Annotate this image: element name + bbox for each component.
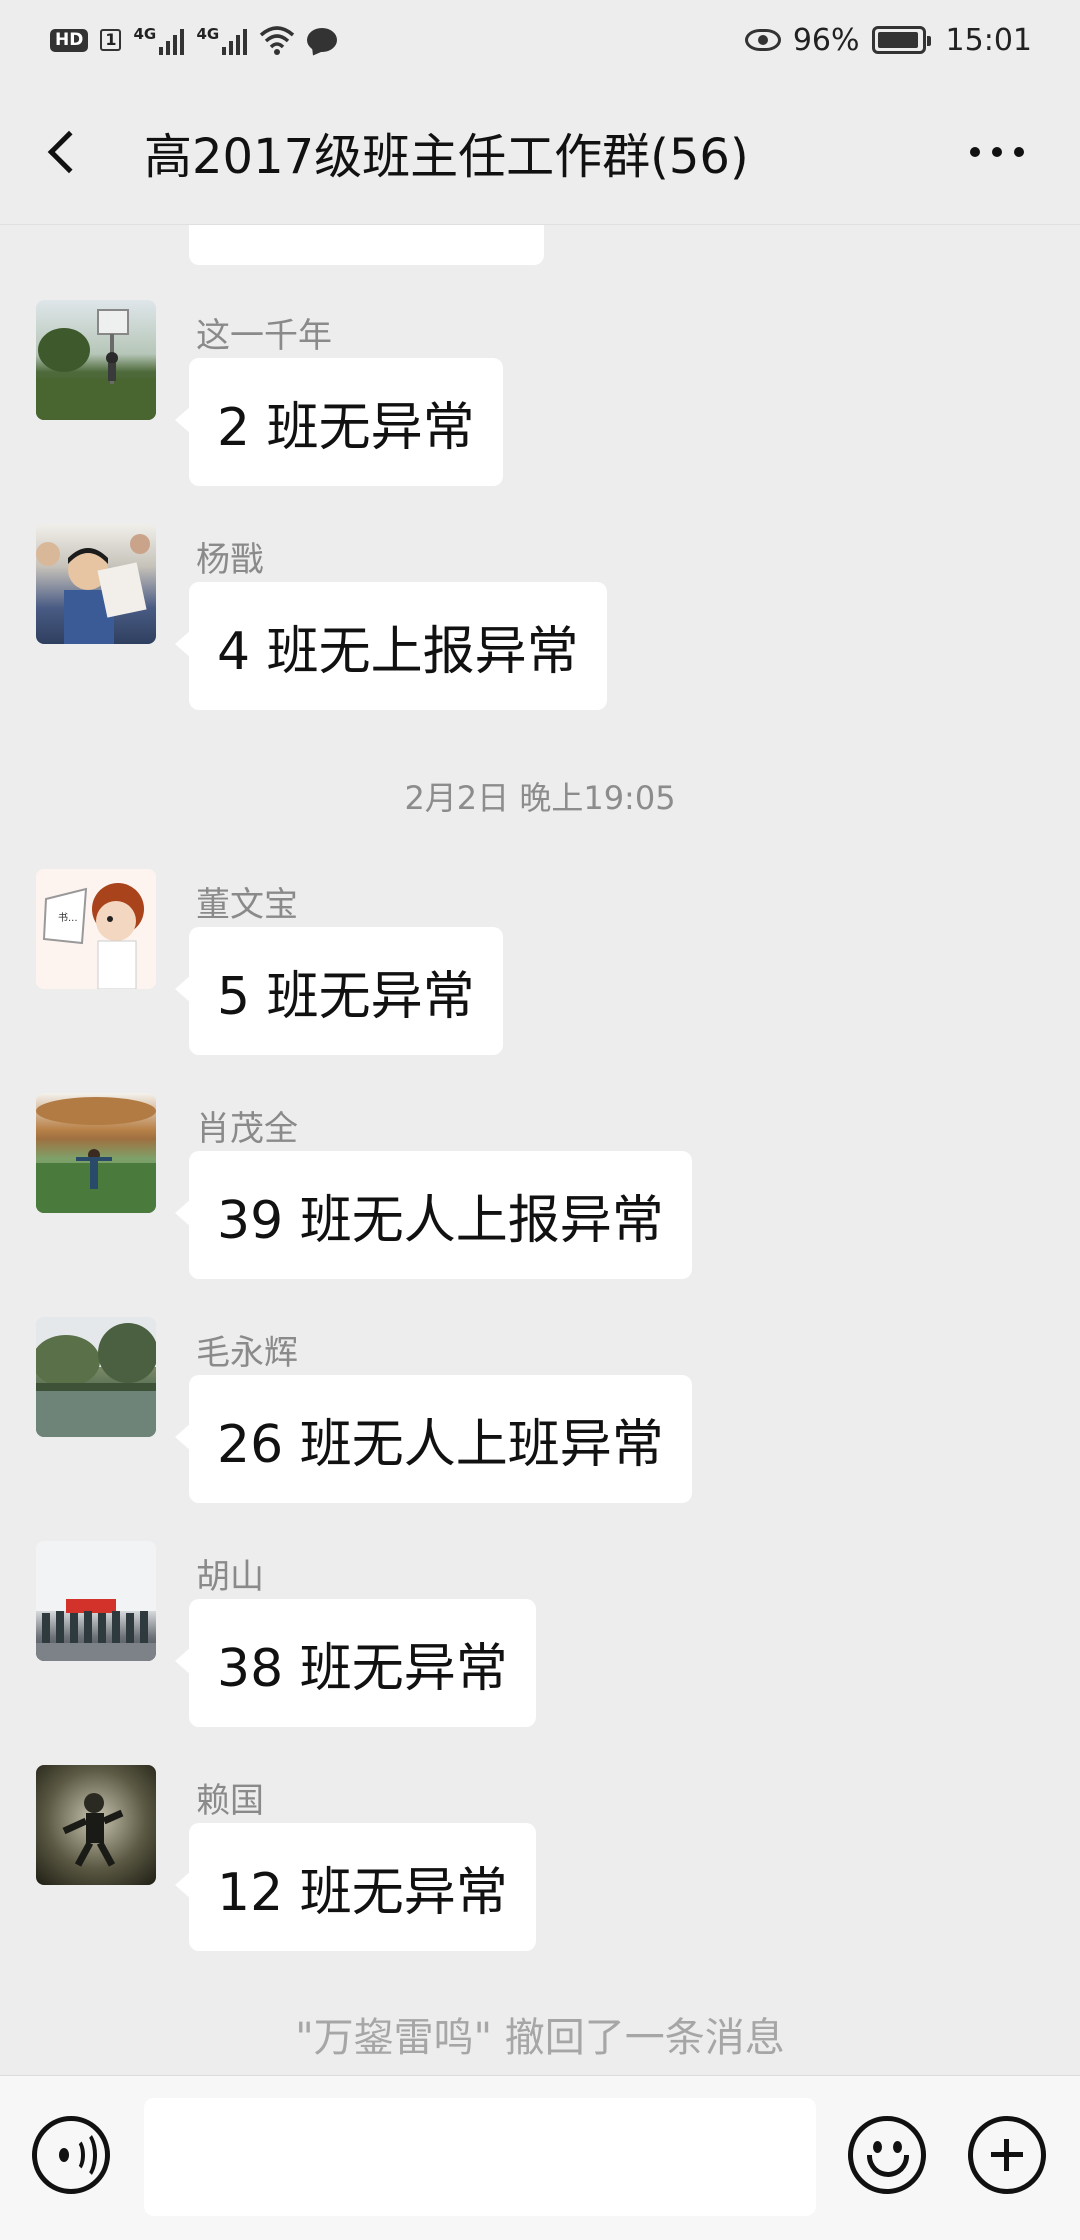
message-bubble[interactable]: 39 班无人上报异常: [175, 1151, 692, 1279]
network-type-label: 4G: [133, 25, 157, 43]
message-bubble[interactable]: 2 班无异常: [175, 358, 503, 486]
svg-text:书...: 书...: [58, 912, 78, 924]
message-bubble[interactable]: 26 班无人上班异常: [175, 1375, 692, 1503]
status-bar: HD 1 4G 4G 96% 15:01: [0, 0, 1080, 80]
more-options-icon[interactable]: [970, 147, 1024, 157]
recall-notice: "万鋆雷鸣" 撤回了一条消息: [295, 2015, 785, 2061]
hd-icon: HD: [50, 28, 89, 52]
clock: 15:01: [945, 22, 1032, 58]
sender-name: 赖国: [196, 1781, 264, 1821]
sender-name: 这一千年: [196, 316, 332, 356]
avatar[interactable]: 书...: [36, 869, 156, 989]
message-notification-icon: [307, 28, 338, 52]
chat-header: 高2017级班主任工作群(56): [0, 80, 1080, 225]
avatar[interactable]: [36, 1093, 156, 1213]
signal-icon: 4G: [196, 25, 248, 55]
eye-comfort-icon: [744, 29, 781, 51]
avatar[interactable]: [36, 1317, 156, 1437]
network-type-label: 4G: [196, 25, 220, 43]
status-left: HD 1 4G 4G: [50, 25, 338, 55]
back-arrow-icon[interactable]: [47, 130, 91, 174]
sender-name: 胡山: [196, 1557, 264, 1597]
avatar[interactable]: [36, 1541, 156, 1661]
input-bar: [0, 2075, 1080, 2240]
avatar[interactable]: [36, 1765, 156, 1885]
signal-icon: 4G: [133, 25, 185, 55]
sim-slot-icon: 1: [100, 29, 122, 51]
partial-message-bubble: [189, 225, 544, 265]
battery-percent: 96%: [792, 22, 860, 58]
wifi-icon: [260, 26, 295, 55]
sender-name: 肖茂全: [196, 1109, 298, 1149]
avatar[interactable]: [36, 300, 156, 420]
message-bubble[interactable]: 38 班无异常: [175, 1599, 536, 1727]
status-right: 96% 15:01: [744, 22, 1032, 58]
sender-name: 董文宝: [196, 885, 298, 925]
chat-title: 高2017级班主任工作群(56): [144, 129, 749, 185]
message-input[interactable]: [144, 2098, 816, 2216]
battery-icon: [871, 26, 931, 54]
plus-icon[interactable]: [968, 2116, 1046, 2194]
voice-icon[interactable]: [32, 2116, 110, 2194]
avatar[interactable]: [36, 524, 156, 644]
sender-name: 杨戬: [196, 540, 264, 580]
message-bubble[interactable]: 5 班无异常: [175, 927, 503, 1055]
message-list[interactable]: 这一千年 2 班无异常 杨戬 4 班无上报异常 2月2日 晚上19:05 书..…: [0, 225, 1080, 2075]
sender-name: 毛永辉: [196, 1333, 298, 1373]
message-bubble[interactable]: 12 班无异常: [175, 1823, 536, 1951]
timestamp: 2月2日 晚上19:05: [404, 779, 676, 817]
emoji-icon[interactable]: [848, 2116, 926, 2194]
message-bubble[interactable]: 4 班无上报异常: [175, 582, 607, 710]
